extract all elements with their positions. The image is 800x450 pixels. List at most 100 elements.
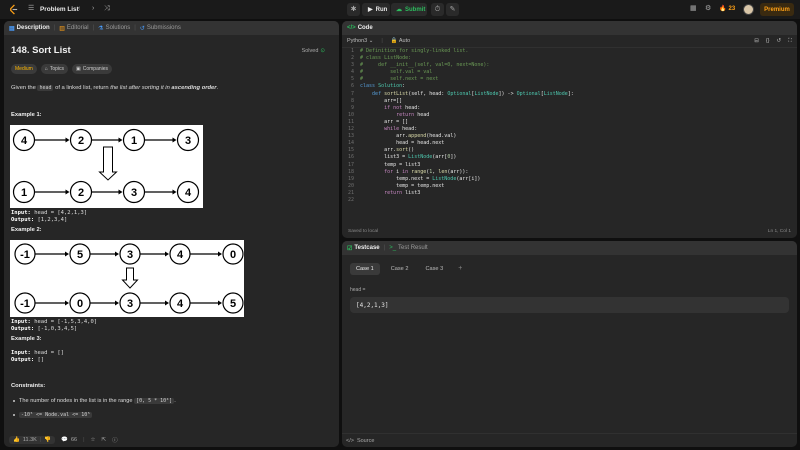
layout-grid-icon[interactable]: ▦: [690, 5, 697, 12]
code-line[interactable]: 3 # def __init__(self, val=0, next=None):: [342, 62, 797, 69]
difficulty-badge[interactable]: Medium: [11, 64, 37, 74]
code-line[interactable]: 9 if not head:: [342, 105, 797, 112]
lock-icon: ▣: [76, 66, 81, 72]
chevron-right-icon[interactable]: ›: [92, 5, 94, 12]
chevron-left-icon[interactable]: ‹: [78, 5, 80, 12]
statement-text: of a linked list, return: [53, 85, 111, 91]
line-number: 18: [347, 168, 354, 175]
case-2-tab[interactable]: Case 2: [385, 263, 415, 275]
code-line[interactable]: 2 # class ListNode:: [342, 55, 797, 62]
problem-list-link[interactable]: Problem List: [40, 6, 79, 13]
tab-label: Editorial: [66, 25, 89, 31]
testcase-input[interactable]: [4,2,1,3]: [350, 297, 789, 313]
example-3-input: Input: head = []: [11, 350, 64, 357]
tab-submissions[interactable]: ↺ Submissions: [140, 25, 181, 32]
submit-button[interactable]: ☁ Submit: [391, 3, 427, 16]
node-value: 4: [21, 135, 28, 147]
line-code: arr=[]: [360, 97, 403, 104]
topics-tag[interactable]: ⌂ Topics: [40, 64, 69, 74]
avatar[interactable]: [743, 4, 754, 15]
code-line[interactable]: 7 def sortList(self, head: Optional[List…: [342, 91, 797, 98]
code-line[interactable]: 5 # self.next = next: [342, 76, 797, 83]
solved-label: Solved: [301, 48, 319, 54]
brackets-icon[interactable]: {}: [766, 38, 770, 45]
input-value: head = []: [34, 350, 64, 356]
comments-button[interactable]: 💬 66: [61, 437, 77, 443]
case-3-tab[interactable]: Case 3: [419, 263, 449, 275]
leetcode-logo[interactable]: [8, 4, 19, 15]
example-2-input: Input: head = [-1,5,3,4,0]: [11, 319, 97, 326]
star-icon[interactable]: ☆: [91, 437, 96, 443]
code-line[interactable]: 21 return list3: [342, 190, 797, 197]
code-line[interactable]: 8 arr=[]: [342, 98, 797, 105]
arrow-head: [172, 189, 177, 195]
node-value: 5: [77, 249, 83, 261]
tab-label: Description: [16, 25, 50, 31]
run-button[interactable]: ▶ Run: [362, 3, 390, 16]
divider: |: [381, 38, 383, 44]
code-line[interactable]: 4 # self.val = val: [342, 69, 797, 76]
output-value: [-1,0,3,4,5]: [37, 325, 78, 332]
code-line[interactable]: 16 list3 = ListNode(arr[0]): [342, 154, 797, 161]
source-link[interactable]: Source: [357, 438, 374, 444]
line-code: arr.append(head.val): [360, 133, 457, 140]
code-line[interactable]: 19 temp.next = ListNode(arr[i]): [342, 176, 797, 183]
note-icon[interactable]: ✎: [446, 3, 459, 16]
auto-mode[interactable]: 🔒 Auto: [391, 38, 410, 44]
example-1-title: Example 1:: [11, 112, 42, 118]
add-case-button[interactable]: +: [454, 263, 466, 275]
tab-description[interactable]: ▤ Description: [9, 25, 50, 32]
case-1-tab[interactable]: Case 1: [350, 263, 380, 275]
gear-icon[interactable]: ⚙: [705, 5, 711, 12]
share-icon[interactable]: ⇱: [101, 437, 106, 443]
bookmark-icon[interactable]: ⊟: [754, 38, 759, 45]
node-value: 5: [230, 298, 236, 310]
code-editor[interactable]: 1 # Definition for singly-linked list. 2 # …: [342, 48, 797, 223]
code-line[interactable]: 22: [342, 197, 797, 204]
code-line[interactable]: 14 head = head.next: [342, 140, 797, 147]
node-value: 0: [77, 298, 83, 310]
tab-editorial[interactable]: ▥ Editorial: [59, 25, 88, 32]
input-value: head = [-1,5,3,4,0]: [34, 319, 98, 325]
history-icon: ↺: [139, 25, 145, 32]
example-1-output: Output: [1,2,3,4]: [11, 217, 87, 224]
tab-label: Testcase: [354, 245, 380, 251]
companies-tag[interactable]: ▣ Companies: [72, 64, 113, 74]
output-value: []: [37, 356, 45, 363]
code-line[interactable]: 18 for i in range(1, len(arr)):: [342, 169, 797, 176]
timer-icon[interactable]: ⏱: [431, 3, 444, 16]
cursor-position: Ln 1, Col 1: [767, 228, 791, 234]
arrow-head: [218, 300, 222, 306]
tab-solutions[interactable]: ⚗ Solutions: [98, 25, 130, 32]
thumbs-down-icon[interactable]: 👎: [44, 437, 51, 443]
code-line[interactable]: 13 arr.append(head.val): [342, 133, 797, 140]
tab-test-result[interactable]: >_ Test Result: [389, 245, 428, 251]
constraint-item: The number of nodes in the list is in th…: [13, 398, 176, 404]
code-line[interactable]: 10 return head: [342, 112, 797, 119]
code-line[interactable]: 1 # Definition for singly-linked list.: [342, 48, 797, 55]
streak-counter[interactable]: 🔥 23: [719, 5, 735, 13]
check-circle-icon: ⊙: [320, 48, 325, 54]
tab-testcase[interactable]: ☑ Testcase: [347, 245, 380, 252]
code-line[interactable]: 17 temp = list3: [342, 162, 797, 169]
code-line[interactable]: 15 arr.sort(): [342, 147, 797, 154]
bullet: [13, 400, 15, 402]
shuffle-icon[interactable]: ⤨: [104, 5, 110, 12]
node-value: 3: [127, 298, 133, 310]
line-code: return list3: [384, 189, 421, 196]
thumbs-up-icon: 👍: [13, 437, 20, 443]
line-code: class Solution:: [360, 83, 406, 90]
code-line[interactable]: 11 arr = []: [342, 119, 797, 126]
reset-icon[interactable]: ↺: [777, 38, 782, 45]
code-line[interactable]: 12 while head:: [342, 126, 797, 133]
code-line[interactable]: 20 temp = temp.next: [342, 183, 797, 190]
like-button[interactable]: 👍 11.3K | 👎: [9, 436, 56, 444]
help-icon[interactable]: ⓘ: [112, 436, 118, 444]
statement-text: .: [216, 85, 219, 91]
debug-button[interactable]: ✱: [347, 3, 360, 16]
tab-code[interactable]: </> Code: [347, 25, 373, 31]
fullscreen-icon[interactable]: ⛶: [788, 38, 792, 45]
premium-button[interactable]: Premium: [760, 3, 794, 16]
code-line[interactable]: 6 class Solution:: [342, 83, 797, 90]
language-select[interactable]: Python3 ⌄: [347, 38, 373, 44]
